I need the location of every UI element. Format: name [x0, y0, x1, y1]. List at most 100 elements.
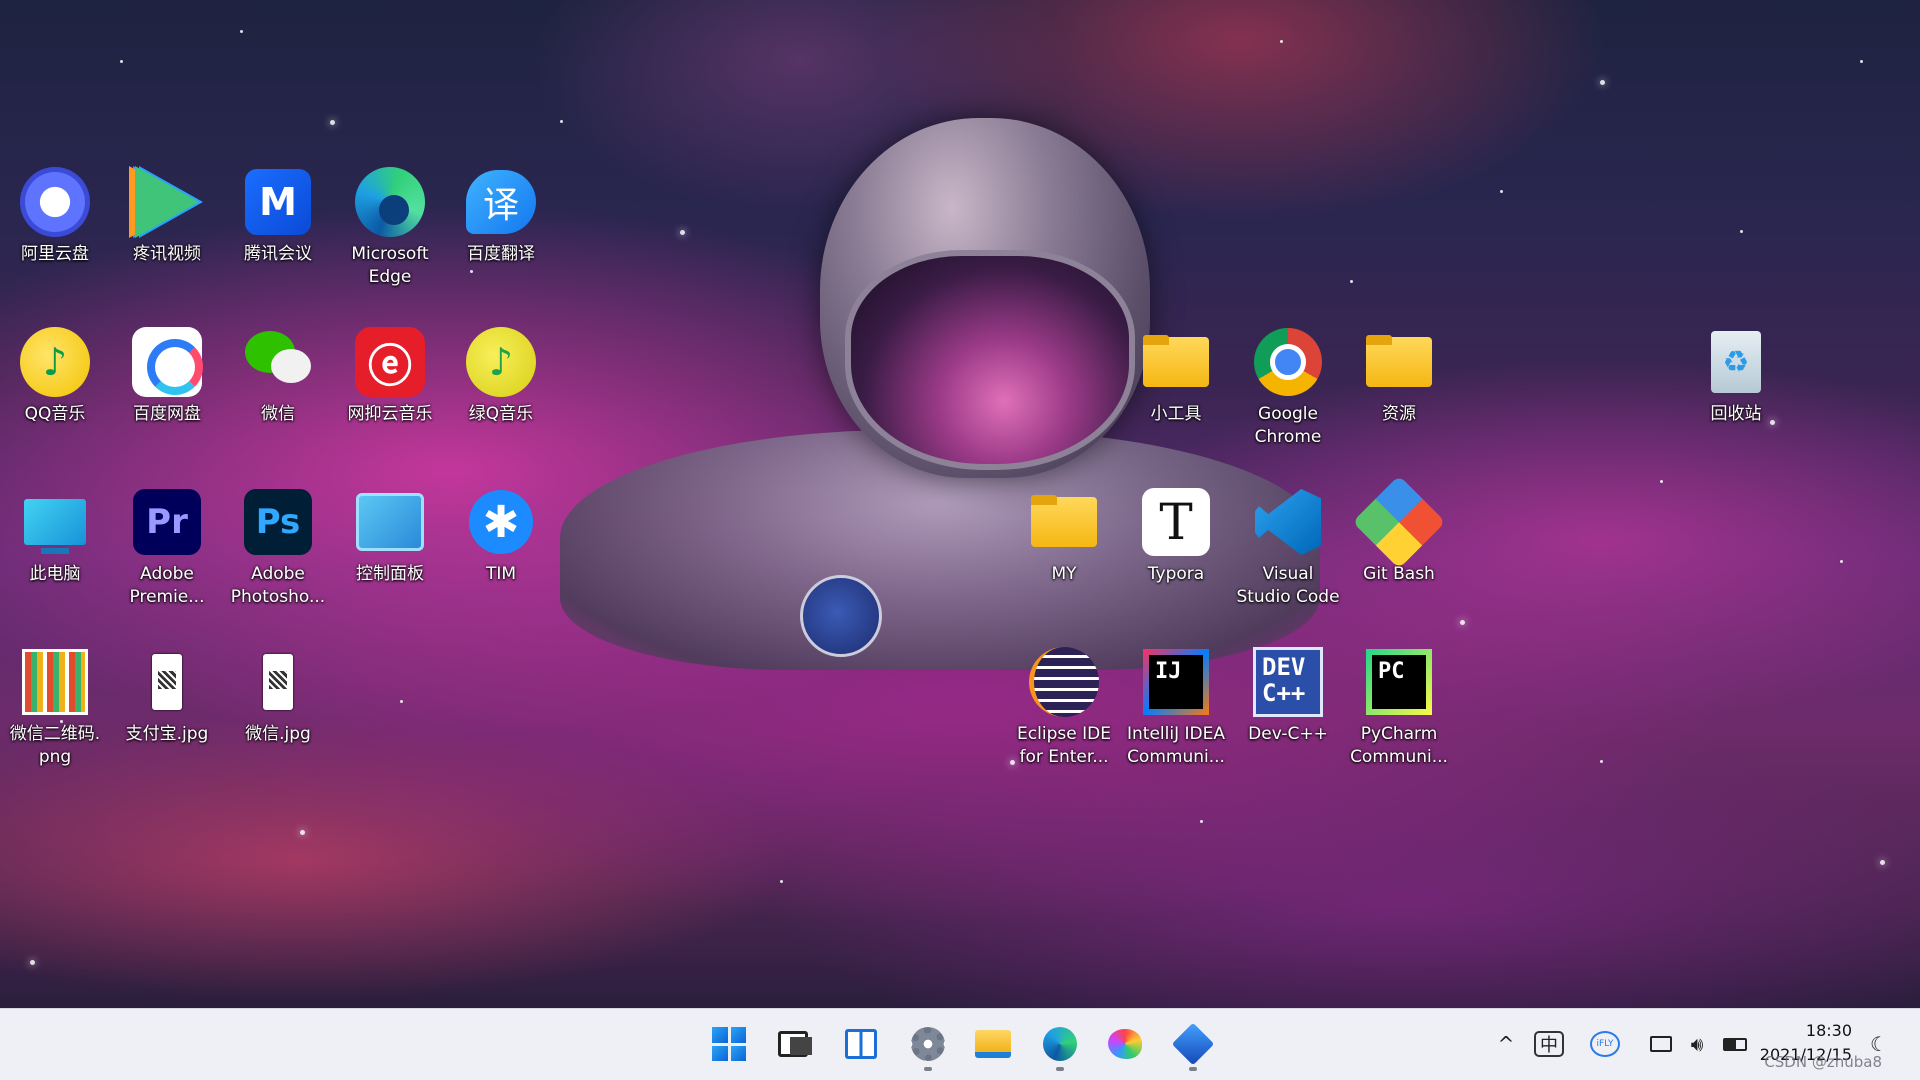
task-view-button[interactable]: [768, 1019, 818, 1069]
desktop-icon-typora[interactable]: T Typora: [1126, 485, 1226, 586]
widgets-button[interactable]: [836, 1019, 886, 1069]
taskbar-file-explorer[interactable]: [968, 1019, 1018, 1069]
desktop-icon-label: 资源: [1382, 404, 1416, 424]
taskbar-edge[interactable]: [1035, 1019, 1085, 1071]
desktop-icon-label: Google Chrome: [1254, 404, 1322, 447]
edge-icon: [355, 167, 425, 237]
desktop-icon-intellij[interactable]: IJ IntelliJ IDEA Communi...: [1126, 645, 1226, 769]
desktop-icon-this-pc[interactable]: 此电脑: [5, 485, 105, 586]
qq-music-icon: ♪: [20, 327, 90, 397]
clock-time: 18:30: [1805, 1021, 1852, 1040]
desktop-icon-alipay-jpg[interactable]: 支付宝.jpg: [117, 645, 217, 746]
desktop-icon-label: IntelliJ IDEA Communi...: [1127, 724, 1225, 767]
chrome-icon: [1254, 328, 1322, 396]
tim-icon: ✱: [469, 490, 533, 554]
desktop-icon-label: 回收站: [1710, 404, 1762, 424]
battery-button[interactable]: [1720, 1027, 1750, 1061]
desktop-icon-label: 微信: [261, 404, 295, 424]
desktop-icon-label: 腾讯会议: [244, 244, 312, 264]
premiere-icon: Pr: [133, 489, 201, 555]
ifly-label: iFLY: [1596, 1039, 1614, 1049]
desktop-icon-label: PyCharm Communi...: [1350, 724, 1448, 767]
desktop-icon-label: 百度网盘: [133, 404, 201, 424]
desktop-icon-lv-q-music[interactable]: ♪ 绿Q音乐: [451, 325, 551, 426]
desktop-icon-netease-music[interactable]: ⓔ 网抑云音乐: [340, 325, 440, 426]
desktop-icon-label: 网抑云音乐: [347, 404, 433, 424]
desktop-icon-pycharm[interactable]: PC PyCharm Communi...: [1349, 645, 1449, 769]
desktop-icon-my-folder[interactable]: MY: [1014, 485, 1114, 586]
network-button[interactable]: [1648, 1027, 1674, 1061]
desktop-icon-adobe-photoshop[interactable]: Ps Adobe Photosho...: [228, 485, 328, 609]
desktop-icon-edge[interactable]: Microsoft Edge: [340, 165, 440, 289]
image-file-icon: [263, 654, 293, 710]
taskbar-settings[interactable]: [903, 1019, 953, 1071]
desktop-icon-baidu-translate[interactable]: 译 百度翻译: [451, 165, 551, 266]
desktop-icon-control-panel[interactable]: 控制面板: [340, 485, 440, 586]
nasa-patch: [800, 575, 882, 657]
desktop-icon-label: Adobe Premie...: [129, 564, 205, 607]
widgets-icon: [845, 1029, 877, 1059]
volume-button[interactable]: 🔊︎: [1684, 1027, 1710, 1061]
desktop-icon-wechat[interactable]: 微信: [228, 325, 328, 426]
desktop-icon-label: 小工具: [1150, 404, 1202, 424]
desktop-icon-resources-folder[interactable]: 资源: [1349, 325, 1449, 426]
desktop-icon-label: 此电脑: [29, 564, 81, 584]
desktop-icon-label: Typora: [1147, 564, 1205, 584]
desktop-icon-vscode[interactable]: Visual Studio Code: [1236, 485, 1340, 609]
desktop-icon-tencent-video[interactable]: 疼讯视频: [117, 165, 217, 266]
ime-indicator[interactable]: 中: [1534, 1031, 1564, 1057]
volume-icon: 🔊︎: [1690, 1032, 1704, 1056]
edge-icon: [1043, 1027, 1077, 1061]
desktop-icon-chrome[interactable]: Google Chrome: [1238, 325, 1338, 449]
windows-logo-icon: [712, 1027, 746, 1061]
desktop-icon-recycle-bin[interactable]: ♻ 回收站: [1686, 325, 1786, 426]
show-hidden-icons-button[interactable]: ^: [1494, 1027, 1518, 1061]
taskbar-3d-viewer[interactable]: [1168, 1019, 1218, 1071]
pycharm-icon: PC: [1366, 649, 1432, 715]
taskbar-paint[interactable]: [1100, 1019, 1150, 1069]
ifly-indicator[interactable]: iFLY: [1590, 1031, 1620, 1057]
running-indicator: [924, 1067, 932, 1071]
desktop-icon-tencent-meeting[interactable]: M 腾讯会议: [228, 165, 328, 266]
desktop-icon-label: 百度翻译: [467, 244, 535, 264]
desktop-icon-devcpp[interactable]: DEV C++ Dev-C++: [1238, 645, 1338, 746]
intellij-icon: IJ: [1143, 649, 1209, 715]
devcpp-icon: DEV C++: [1253, 647, 1323, 717]
desktop-icon-qq-music[interactable]: ♪ QQ音乐: [5, 325, 105, 426]
aliyun-drive-icon: [20, 167, 90, 237]
desktop-icon-adobe-premiere[interactable]: Pr Adobe Premie...: [117, 485, 217, 609]
desktop-icon-aliyun[interactable]: 阿里云盘: [5, 165, 105, 266]
desktop-icon-eclipse[interactable]: Eclipse IDE for Enter...: [1014, 645, 1114, 769]
desktop-icon-tim[interactable]: ✱ TIM: [451, 485, 551, 586]
lv-q-music-icon: ♪: [466, 327, 536, 397]
desktop-icon-label: Microsoft Edge: [351, 244, 429, 287]
vscode-icon: [1255, 489, 1321, 555]
desktop-icon-tools-folder[interactable]: 小工具: [1126, 325, 1226, 426]
running-indicator: [1189, 1067, 1197, 1071]
desktop-icon-label: QQ音乐: [24, 404, 86, 424]
control-panel-icon: [356, 493, 424, 551]
desktop-icon-wechat-jpg[interactable]: 微信.jpg: [228, 645, 328, 746]
desktop-icon-label: TIM: [485, 564, 517, 584]
astronaut-visor: [845, 250, 1135, 470]
folder-icon: [1143, 337, 1209, 387]
ime-label: 中: [1540, 1035, 1558, 1056]
eclipse-icon: [1029, 647, 1099, 717]
desktop-icon-wechat-qr[interactable]: 微信二维码. png: [5, 645, 105, 769]
image-file-icon: [152, 654, 182, 710]
desktop-icon-git-bash[interactable]: Git Bash: [1349, 475, 1449, 586]
desktop-icon-label: Eclipse IDE for Enter...: [1017, 724, 1111, 767]
desktop-icon-baidu-pan[interactable]: 百度网盘: [117, 325, 217, 426]
desktop-icon-label: 阿里云盘: [21, 244, 89, 264]
start-button[interactable]: [704, 1019, 754, 1069]
baidu-netdisk-icon: [132, 327, 202, 397]
cube-icon: [1171, 1022, 1215, 1066]
folder-icon: [1031, 497, 1097, 547]
desktop-icon-label: 绿Q音乐: [468, 404, 534, 424]
taskbar: ^ 中 iFLY 🔊︎ 18:30 2021/12/15 ☾ CSDN @zhu…: [0, 1008, 1920, 1080]
watermark: CSDN @zhuba8: [1764, 1053, 1882, 1071]
desktop-icon-label: 微信.jpg: [245, 724, 311, 744]
desktop-icon-label: 微信二维码. png: [9, 724, 101, 767]
typora-icon: T: [1142, 488, 1210, 556]
task-view-icon: [778, 1031, 808, 1057]
